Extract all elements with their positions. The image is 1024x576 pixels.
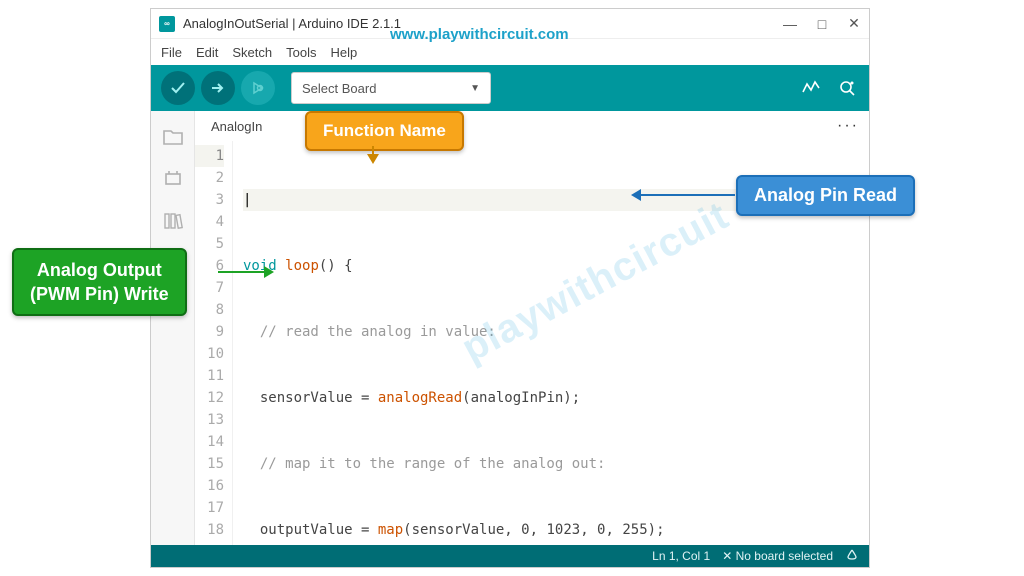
close-button[interactable]: ✕ [847,17,861,31]
boards-manager-icon[interactable] [161,167,185,191]
menu-help[interactable]: Help [330,45,357,60]
debug-button[interactable] [241,71,275,105]
line-gutter: 1234567891011121314151617181920 [195,141,233,545]
callout-function-name: Function Name [305,111,464,151]
app-icon: ∞ [159,16,175,32]
tab-overflow-menu[interactable]: ··· [837,117,859,135]
callout-analog-read: Analog Pin Read [736,175,915,216]
board-status[interactable]: ✕ No board selected [722,549,833,563]
serial-plotter-icon[interactable] [799,76,823,100]
upload-button[interactable] [201,71,235,105]
window-title: AnalogInOutSerial | Arduino IDE 2.1.1 [183,16,401,31]
menu-file[interactable]: File [161,45,182,60]
chevron-down-icon: ▼ [470,83,480,94]
serial-monitor-icon[interactable] [835,76,859,100]
notification-icon[interactable] [845,548,859,565]
cursor-position: Ln 1, Col 1 [652,549,710,563]
sketchbook-icon[interactable] [161,125,185,149]
menu-sketch[interactable]: Sketch [232,45,272,60]
menu-tools[interactable]: Tools [286,45,316,60]
sidebar [151,111,195,545]
callout-analog-output: Analog Output(PWM Pin) Write [12,248,187,316]
window-controls: — □ ✕ [783,17,861,31]
board-selector[interactable]: Select Board ▼ [291,72,491,104]
maximize-button[interactable]: □ [815,17,829,31]
statusbar: Ln 1, Col 1 ✕ No board selected [151,545,869,567]
library-manager-icon[interactable] [161,209,185,233]
minimize-button[interactable]: — [783,17,797,31]
toolbar: Select Board ▼ [151,65,869,111]
arrow-blue [633,194,735,196]
verify-button[interactable] [161,71,195,105]
editor-tabs: AnalogIn ··· [195,111,869,141]
menu-edit[interactable]: Edit [196,45,218,60]
tab-sketch[interactable]: AnalogIn [205,115,268,138]
arrow-orange [372,146,374,162]
board-selector-label: Select Board [302,81,376,96]
arduino-ide-window: ∞ AnalogInOutSerial | Arduino IDE 2.1.1 … [150,8,870,568]
arrow-green [218,271,272,273]
url-banner: www.playwithcircuit.com [390,26,569,43]
